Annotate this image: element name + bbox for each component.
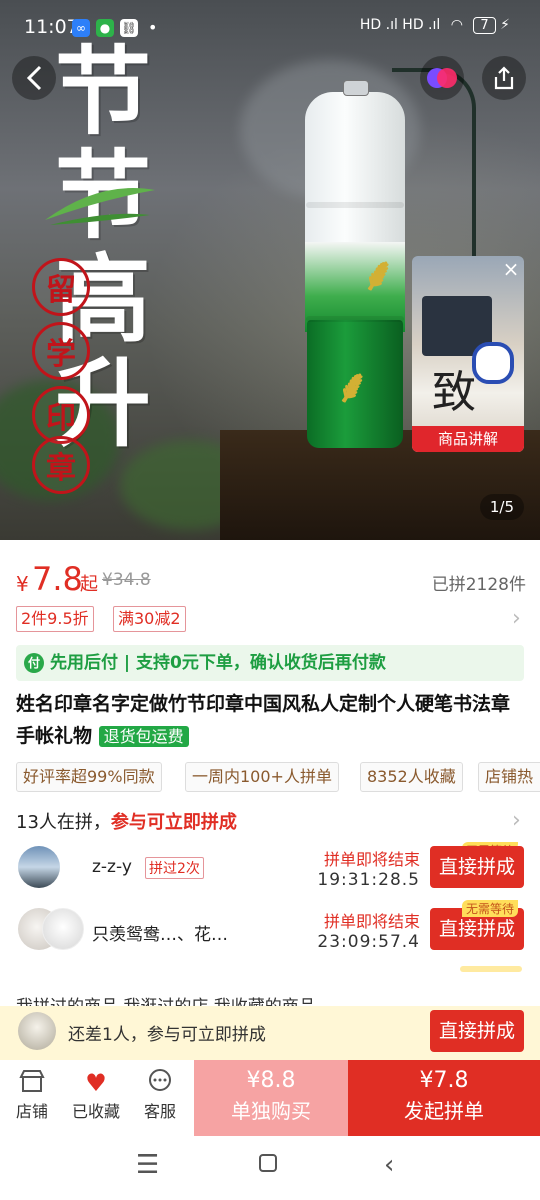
- share-button[interactable]: [482, 56, 526, 100]
- avatar: [18, 846, 60, 888]
- highlight-chip[interactable]: 店铺热: [478, 762, 540, 792]
- status-bar: 11:07 ∞ ● ⛓ • HD .ıl HD .ıl ◠ 7 ⚡: [0, 0, 540, 56]
- chevron-right-icon[interactable]: ›: [512, 606, 521, 631]
- price-currency: ¥: [16, 572, 29, 596]
- battery-icon: 7: [473, 17, 496, 34]
- signal-battery-indicators: HD .ıl HD .ıl ◠ 7 ⚡: [360, 17, 510, 34]
- gold-leaf-icon: ⸙: [335, 359, 370, 413]
- live-explain-thumbnail[interactable]: 致 × 商品讲解: [412, 256, 524, 452]
- live-calligraphy-char: 致: [432, 367, 476, 418]
- original-price: ¥34.8: [102, 570, 151, 590]
- group-countdown: 19:31:28.5: [317, 870, 420, 890]
- home-icon[interactable]: [258, 1150, 278, 1180]
- return-shipping-badge: 退货包运费: [98, 726, 189, 747]
- chevron-right-icon[interactable]: ›: [512, 808, 521, 833]
- buy-alone-button[interactable]: ¥8.8 单独购买: [194, 1060, 348, 1136]
- back-button[interactable]: [12, 56, 56, 100]
- favorite-label: 已收藏: [71, 1102, 120, 1121]
- group-countdown: 23:09:57.4: [317, 932, 420, 952]
- highlight-chip[interactable]: 好评率超99%同款: [16, 762, 162, 792]
- brand-app-button[interactable]: [420, 56, 464, 100]
- group-join-hint: 参与可立即拼成: [110, 812, 237, 833]
- seal-char: 学: [32, 322, 90, 380]
- price-row: ¥ 7.8 起 ¥34.8 已拼2128件: [16, 560, 526, 600]
- stamp-white-section: [305, 92, 405, 262]
- buy-alone-price: ¥8.8: [246, 1068, 296, 1093]
- share-icon: [494, 66, 514, 90]
- promo-tag[interactable]: 2件9.5折: [16, 606, 94, 632]
- gold-leaf-icon: ⸙: [361, 247, 396, 301]
- bamboo-node: [306, 316, 404, 322]
- pay-later-banner[interactable]: 付先用后付 | 支持0元下单，确认收货后再付款: [16, 645, 524, 681]
- jade-stamp-product: ⸙ ⸙: [305, 80, 405, 452]
- link-icon: ⛓: [120, 19, 138, 37]
- no-wait-tag: 无需等待: [462, 900, 519, 917]
- close-icon[interactable]: ×: [502, 259, 520, 279]
- back-nav-icon[interactable]: ‹: [384, 1150, 394, 1180]
- product-title: 姓名印章名字定做竹节印章中国风私人定制个人硬笔书法章手帐礼物 退货包运费: [16, 688, 526, 753]
- price-value: 7.8: [32, 560, 83, 598]
- wifi-icon: ◠: [450, 17, 463, 33]
- related-tabs-peek[interactable]: 我拼过的商品 我逛过的店 我收藏的商品: [16, 992, 316, 1006]
- join-reminder-text: 还差1人，参与可立即拼成: [68, 1025, 266, 1045]
- promo-tag[interactable]: 满30减2: [113, 606, 186, 632]
- group-count: 13人在拼，: [16, 812, 111, 833]
- next-row-peek: [460, 966, 522, 972]
- customer-service-label: 客服: [143, 1102, 176, 1121]
- customer-service-button[interactable]: 客服: [130, 1068, 190, 1122]
- group-ending-label: 拼单即将结束: [323, 912, 420, 931]
- bamboo-leaf-icon: [45, 188, 155, 225]
- avatar: [18, 1012, 56, 1050]
- product-title-text: 姓名印章名字定做竹节印章中国风私人定制个人硬笔书法章手帐礼物: [16, 693, 511, 747]
- live-explain-label[interactable]: 商品讲解: [412, 426, 524, 452]
- favorite-button[interactable]: ♥ 已收藏: [66, 1068, 126, 1122]
- highlight-chip[interactable]: 一周内100+人拼单: [185, 762, 339, 792]
- signal-icon: HD .ıl HD .ıl: [359, 17, 441, 33]
- brand-logo-icon: [427, 68, 457, 88]
- menu-icon[interactable]: ☰: [136, 1150, 159, 1180]
- store-label: 店铺: [15, 1102, 48, 1121]
- chat-icon: [130, 1068, 190, 1098]
- bamboo-node: [306, 202, 404, 208]
- pay-later-text: 先用后付 | 支持0元下单，确认收货后再付款: [50, 653, 386, 673]
- avatar: [42, 908, 84, 950]
- sold-count: 已拼2128件: [431, 575, 526, 595]
- group-buy-price: ¥7.8: [419, 1068, 469, 1093]
- seal-char: 章: [32, 436, 90, 494]
- more-dot-icon: •: [148, 18, 158, 37]
- pay-later-icon: 付: [24, 653, 44, 673]
- app-notification-icon: ∞: [72, 19, 90, 37]
- wechat-icon: ●: [96, 19, 114, 37]
- join-group-button[interactable]: 直接拼成: [430, 846, 524, 888]
- join-now-button[interactable]: 直接拼成: [430, 1010, 524, 1052]
- store-icon: [2, 1068, 62, 1098]
- status-time: 11:07: [24, 16, 79, 38]
- group-user-name: 只羡鸳鸯…、花…: [92, 925, 228, 945]
- buy-alone-label: 单独购买: [231, 1099, 311, 1123]
- group-user-name: z-z-y: [92, 857, 132, 877]
- charging-icon: ⚡: [500, 17, 510, 33]
- price-suffix: 起: [80, 574, 98, 595]
- highlight-chip[interactable]: 8352人收藏: [360, 762, 463, 792]
- seal-char: 留: [32, 258, 90, 316]
- carousel-page-indicator: 1/5: [479, 494, 524, 520]
- group-ending-label: 拼单即将结束: [323, 850, 420, 869]
- live-ink-pad: [472, 342, 514, 384]
- heart-icon: ♥: [85, 1069, 107, 1097]
- store-button[interactable]: 店铺: [2, 1068, 62, 1122]
- group-buy-header[interactable]: 13人在拼，参与可立即拼成: [16, 808, 237, 834]
- stamp-ring: [343, 80, 369, 96]
- group-buy-label: 发起拼单: [404, 1099, 484, 1123]
- chevron-left-icon: [26, 65, 42, 91]
- user-badge: 拼过2次: [145, 857, 204, 879]
- start-group-buy-button[interactable]: ¥7.8 发起拼单: [348, 1060, 540, 1136]
